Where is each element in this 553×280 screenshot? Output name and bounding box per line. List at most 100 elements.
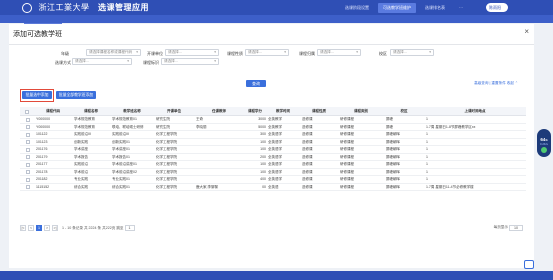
filter-grade-select[interactable]: 请选择课程名称或课程代码 ▾ [86, 49, 141, 56]
table-row[interactable]: 201179 学术报告 学术报告01 化学工程学院 200 全英语学 选修课 研修课程 屏峰朝晖… [20, 154, 526, 161]
nav-item-stage-settings[interactable]: 选课阶段设置 [340, 3, 374, 13]
col-course-name[interactable]: 课程名称 [72, 107, 110, 115]
filter-course-belong-select[interactable]: 请选择... ▾ [317, 49, 361, 56]
nav-item-ranking[interactable]: 选课排名表 [420, 3, 450, 13]
batch-add-selected-button[interactable]: 批量选中添加 [22, 91, 52, 99]
cell-teaching-time: 全英语学 [268, 147, 282, 151]
table-row[interactable]: 101123 创新实践 创新实践01 化学工程学院 100 全英语学 选修课 研修课程 屏峰朝晖… [20, 139, 526, 146]
goto-page-input[interactable]: 1 [124, 225, 135, 231]
breadcrumb-bar: 可选教学班维护 [0, 15, 553, 31]
cell-department: 化学工程学院 [156, 154, 177, 159]
advanced-search-links[interactable]: 高级查询 | 重置条件 收起 ⌃ [474, 81, 518, 86]
chevron-down-icon: ▾ [214, 50, 216, 54]
cell-course-code: Y000000 [36, 124, 51, 129]
cell-schedule-location: 1 [426, 139, 428, 144]
cell-course-nature: 选修课 [302, 139, 313, 144]
app-logo[interactable]: 浙江工業大學 选课管理应用 [22, 2, 149, 14]
col-credit[interactable]: 课程学分 [244, 107, 266, 115]
col-course-category[interactable]: 课程类别 [338, 107, 384, 115]
row-checkbox[interactable] [20, 161, 34, 168]
user-name: 陈雨阳 [489, 5, 501, 10]
cell-course-category: 研修课程 [340, 147, 354, 151]
page-size-label: 每页显示 [493, 225, 508, 229]
current-page[interactable]: 1 [36, 225, 42, 231]
cell-course-code: 101122 [36, 132, 48, 136]
col-schedule-location[interactable]: 上课时间地点 [424, 107, 526, 115]
divider [9, 44, 534, 45]
cell-campus: 屏峰朝晖 [386, 169, 400, 174]
cell-teaching-time: 全英语学 [268, 177, 282, 181]
cell-campus: 屏峰 [386, 124, 393, 129]
cell-course-nature: 选修课 [302, 162, 313, 166]
cell-teaching-time: 全英教学 [268, 124, 282, 129]
filter-department-select[interactable]: 请选择... ▾ [165, 49, 219, 56]
class-table: 课程代码 课程名称 教学班名称 开课单位 任课教师 课程学分 教学时间 课程性质… [20, 107, 526, 191]
col-course-code[interactable]: 课程代码 [34, 107, 72, 115]
cell-department: 化学工程学院 [156, 169, 177, 174]
row-checkbox[interactable] [20, 124, 34, 131]
chevron-down-icon: ▾ [356, 50, 358, 54]
cell-schedule-location: 1 [426, 117, 428, 121]
first-page-button[interactable]: |< [20, 225, 26, 231]
cell-course-code: 201176 [36, 147, 48, 151]
table-row[interactable]: 201178 学术前沿 学术前沿讲座02 化学工程学院 100 全英语学 选修课 研修课程 屏峰… [20, 169, 526, 176]
table-row[interactable]: 1115152 综合实践 综合实践01 化学工程学院 鹿大家,李黎黎 00 全英语 选修课 研修… [20, 184, 526, 191]
table-row[interactable]: 201177 实践前沿 学术前沿讲座01 化学工程学院 100 全英语学 选修课 研修课程 屏峰… [20, 161, 526, 169]
network-speed-widget[interactable]: 64% 0.2K/s [537, 129, 551, 157]
user-menu[interactable]: 陈雨阳 [486, 3, 508, 12]
col-course-nature[interactable]: 课程性质 [300, 107, 338, 115]
table-row[interactable]: Y000000 学术规范教育 联培、联培硕士研修 研究生院 李晓丽 5000 全英教学 选修课… [20, 124, 526, 131]
next-page-button[interactable]: > [44, 225, 50, 231]
close-icon[interactable]: × [524, 27, 529, 36]
cell-teaching-time: 全英语学 [268, 139, 282, 144]
table-row[interactable]: Y000000 学术规范教育 学术规范教育01 研究生院 王奇 3000 全英教学 选修课 研修… [20, 116, 526, 124]
table-row[interactable]: 201176 学术讲座 学术讲座01 化学工程学院 100 全英语学 选修课 研修课程 屏峰朝晖… [20, 146, 526, 154]
row-checkbox[interactable] [20, 184, 34, 191]
row-checkbox[interactable] [20, 176, 34, 183]
feedback-icon[interactable] [524, 260, 534, 269]
table-row[interactable]: 101122 实践前沿III 实践前沿III 化学工程学院 300 全英语学 选修课 研修课程… [20, 131, 526, 139]
last-page-button[interactable]: >| [52, 225, 58, 231]
cell-teacher [194, 169, 244, 176]
col-teacher[interactable]: 任课教师 [194, 107, 244, 115]
filter-campus-select[interactable]: 请选择... ▾ [390, 49, 434, 56]
search-button[interactable]: 查询 [246, 80, 266, 87]
cell-course-nature: 选修课 [302, 154, 313, 159]
prev-page-button[interactable]: < [28, 225, 34, 231]
row-checkbox[interactable] [20, 154, 34, 161]
pager-summary: 1 - 10 条记录 共 2224 条 共222页 跳至 [62, 226, 124, 230]
cell-course-code: 101123 [36, 139, 48, 144]
cell-course-name: 学术规范教育 [74, 117, 95, 121]
cell-campus: 屏峰朝晖 [386, 184, 400, 189]
cell-campus: 屏峰朝晖 [386, 162, 400, 166]
page-size-select[interactable]: 10 [509, 225, 523, 231]
nav-item-class-maintenance[interactable]: 可选教学班维护 [378, 3, 416, 13]
col-campus[interactable]: 校区 [384, 107, 424, 115]
cell-course-nature: 选修课 [302, 184, 313, 189]
cell-credit: 300 [260, 132, 266, 136]
row-checkbox[interactable] [20, 116, 34, 123]
top-navigation-bar: 浙江工業大學 选课管理应用 选课阶段设置 可选教学班维护 选课排名表 ··· 陈… [0, 0, 553, 15]
select-all-checkbox[interactable] [20, 107, 34, 115]
filter-course-flag-select[interactable]: 请选择... ▾ [161, 58, 219, 65]
batch-add-all-button[interactable]: 批量全部教学班添加 [56, 91, 96, 99]
filter-label-campus: 校区 [379, 51, 387, 56]
col-department[interactable]: 开课单位 [154, 107, 194, 115]
filter-course-nature-select[interactable]: 请选择... ▾ [245, 49, 289, 56]
cell-campus: 屏峰朝晖 [386, 177, 400, 181]
row-checkbox[interactable] [20, 139, 34, 146]
cell-course-category: 研修课程 [340, 132, 354, 136]
chevron-down-icon: ▾ [284, 50, 286, 54]
row-checkbox[interactable] [20, 131, 34, 138]
col-class-name[interactable]: 教学班名称 [110, 107, 154, 115]
row-checkbox[interactable] [20, 146, 34, 153]
col-teaching-time[interactable]: 教学时间 [266, 107, 300, 115]
cell-course-nature: 选修课 [302, 124, 313, 129]
cell-course-code: 201178 [36, 169, 48, 174]
table-row[interactable]: 201182 专业实践 专业实践01 化学工程学院 400 全英语学 选修课 研修课程 屏峰朝晖… [20, 176, 526, 184]
cell-course-category: 研修课程 [340, 177, 354, 181]
row-checkbox[interactable] [20, 169, 34, 176]
filter-selection-mode-select[interactable]: 请选择... ▾ [72, 58, 132, 65]
cell-department: 化学工程学院 [156, 177, 177, 181]
nav-item-more[interactable]: ··· [454, 3, 468, 13]
